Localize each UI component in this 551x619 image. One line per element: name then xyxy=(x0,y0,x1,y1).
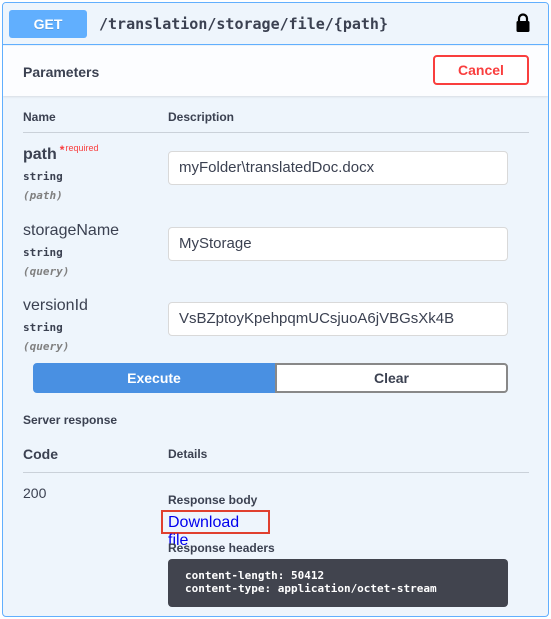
response-headers-box: content-length: 50412 content-type: appl… xyxy=(168,559,508,607)
header-divider xyxy=(23,132,529,133)
method-badge: GET xyxy=(9,10,87,38)
cancel-button[interactable]: Cancel xyxy=(433,55,529,85)
operation-summary[interactable]: GET /translation/storage/file/{path} xyxy=(3,3,548,45)
clear-button[interactable]: Clear xyxy=(275,363,508,393)
response-header-line: content-type: application/octet-stream xyxy=(185,582,437,595)
response-header-line: content-length: 50412 xyxy=(185,569,325,582)
execute-button-group: Execute Clear xyxy=(33,363,508,393)
param-in-path: (path) xyxy=(23,189,63,202)
param-name-versionid: versionId xyxy=(23,297,88,314)
parameters-title: Parameters xyxy=(23,64,100,80)
response-details-header: Details xyxy=(168,447,208,461)
param-name-label: path xyxy=(23,146,57,163)
endpoint-path: /translation/storage/file/{path} xyxy=(99,15,388,33)
required-label: required xyxy=(65,143,99,153)
response-divider xyxy=(23,472,529,473)
storagename-input[interactable]: MyStorage xyxy=(168,227,508,261)
operation-block: GET /translation/storage/file/{path} Par… xyxy=(2,2,549,617)
param-type-versionid: string xyxy=(23,321,63,334)
response-code-header: Code xyxy=(23,446,58,462)
param-type-path: string xyxy=(23,170,63,183)
versionid-input[interactable]: VsBZptoyKpehpqmUCsjuoA6jVBGsXk4B xyxy=(168,302,508,336)
parameters-header: Parameters Cancel xyxy=(3,46,548,96)
lock-icon[interactable] xyxy=(515,13,531,33)
response-headers-label: Response headers xyxy=(168,541,275,555)
required-star: * xyxy=(59,143,65,157)
download-file-link[interactable]: Download file xyxy=(161,510,270,549)
path-input[interactable]: myFolder\translatedDoc.docx xyxy=(168,151,508,185)
column-header-description: Description xyxy=(168,110,235,124)
response-status-code: 200 xyxy=(23,485,47,501)
param-type-storagename: string xyxy=(23,246,63,259)
execute-button[interactable]: Execute xyxy=(33,363,275,393)
param-name-storagename: storageName xyxy=(23,222,120,239)
param-in-versionid: (query) xyxy=(23,340,70,353)
param-in-storagename: (query) xyxy=(23,265,70,278)
param-name-path: path *required xyxy=(23,143,99,164)
server-response-title: Server response xyxy=(23,413,118,427)
column-header-name: Name xyxy=(23,110,56,124)
response-body-label: Response body xyxy=(168,493,258,507)
